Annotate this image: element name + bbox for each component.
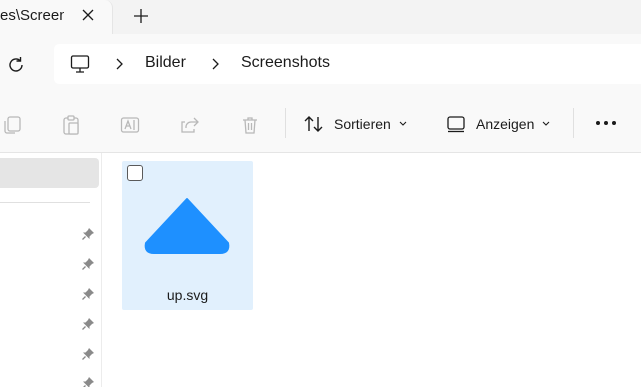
pin-icon[interactable] <box>81 227 95 241</box>
up-triangle-thumbnail-icon <box>144 198 230 254</box>
breadcrumb-item-screenshots[interactable]: Screenshots <box>241 54 330 72</box>
pin-icon[interactable] <box>81 376 95 387</box>
delete-icon[interactable] <box>240 115 260 135</box>
toolbar-divider <box>573 108 574 138</box>
more-options-icon[interactable] <box>590 113 622 133</box>
chevron-right-icon[interactable] <box>210 58 220 70</box>
view-icon <box>447 116 465 133</box>
copy-icon[interactable] <box>2 115 22 135</box>
tab-strip: es\Screenshots <box>0 0 641 34</box>
pin-icon[interactable] <box>81 317 95 331</box>
sort-label: Sortieren <box>334 116 391 132</box>
sort-icon <box>304 116 323 132</box>
navigation-pane <box>0 153 102 387</box>
sort-button[interactable]: Sortieren <box>303 107 407 141</box>
file-view: up.svg <box>103 153 641 387</box>
share-icon[interactable] <box>180 115 200 135</box>
view-label: Anzeigen <box>476 116 535 132</box>
file-item[interactable]: up.svg <box>122 161 253 310</box>
chevron-right-icon[interactable] <box>114 58 124 70</box>
computer-icon[interactable] <box>70 54 90 74</box>
pin-icon[interactable] <box>81 347 95 361</box>
rename-icon[interactable] <box>120 115 140 135</box>
nav-divider <box>0 202 90 203</box>
refresh-icon[interactable] <box>5 54 27 76</box>
breadcrumb-item-bilder[interactable]: Bilder <box>145 54 186 72</box>
file-name: up.svg <box>166 287 209 303</box>
chevron-down-icon <box>543 121 550 126</box>
new-tab-icon[interactable] <box>128 4 154 28</box>
breadcrumb[interactable]: Bilder Screenshots <box>54 44 641 84</box>
tab-screenshots[interactable]: es\Screenshots <box>0 0 113 34</box>
chevron-down-icon <box>399 121 407 126</box>
nav-item-selected[interactable] <box>0 158 99 188</box>
toolbar-divider <box>285 108 286 138</box>
pin-icon[interactable] <box>81 287 95 301</box>
pin-icon[interactable] <box>81 257 95 271</box>
tab-title: es\Screenshots <box>0 7 64 24</box>
view-button[interactable]: Anzeigen <box>446 107 550 141</box>
select-checkbox[interactable] <box>127 165 143 181</box>
close-icon[interactable] <box>78 5 98 25</box>
address-bar: Bilder Screenshots <box>0 34 641 95</box>
command-bar: Sortieren Anzeigen <box>0 95 641 153</box>
paste-icon[interactable] <box>61 115 81 135</box>
